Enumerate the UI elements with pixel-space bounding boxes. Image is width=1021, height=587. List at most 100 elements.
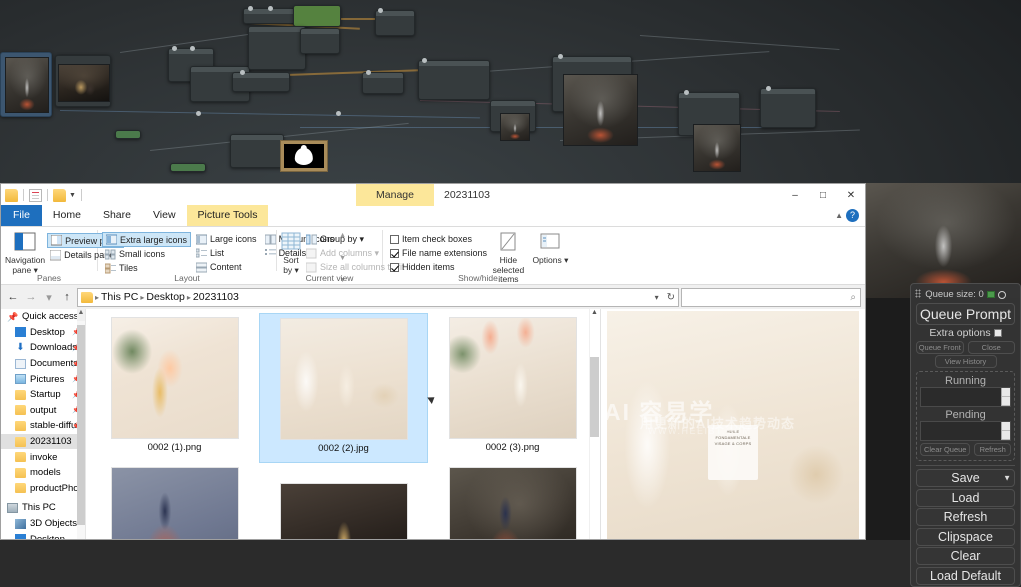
title-bar[interactable]: ▼ Manage 20231103 – □ ✕ [1,184,865,206]
node-port[interactable] [422,58,427,63]
nav-item-pictures[interactable]: Pictures 📌 [1,371,85,387]
file-explorer-window[interactable]: ▼ Manage 20231103 – □ ✕ File Home Share … [0,183,866,540]
node-port[interactable] [558,54,563,59]
list-button[interactable]: List [193,246,260,260]
load-button[interactable]: Load [916,488,1015,507]
clear-queue-button[interactable]: Clear Queue [920,443,971,456]
nav-item-20231103[interactable]: 20231103 [1,433,85,450]
graph-node[interactable] [418,60,490,100]
file-name-extensions-checkbox[interactable] [390,248,399,258]
graph-node[interactable] [248,26,306,70]
node-port[interactable] [684,90,689,95]
file-scroll-thumb[interactable] [590,357,599,437]
nav-item-this-pc[interactable]: This PC [1,500,85,516]
drag-handle-icon[interactable] [915,289,921,298]
graph-node[interactable] [300,28,340,54]
node-port[interactable] [172,46,177,51]
address-dropdown-icon[interactable]: ▾ [655,293,659,302]
tab-view[interactable]: View [142,205,187,226]
clear-button[interactable]: Clear [916,547,1015,565]
graph-node[interactable] [55,55,111,107]
collapse-ribbon-icon[interactable]: ▲ [835,211,843,220]
pending-scroll-spinner[interactable] [1001,422,1010,440]
close-button[interactable]: ✕ [837,184,865,206]
extra-large-icons-button[interactable]: Extra large icons [102,232,192,247]
node-port[interactable] [240,70,245,75]
file-list-scrollbar[interactable]: ▲ ▼ [589,309,600,539]
nav-item-desktop[interactable]: Desktop 📌 [1,325,85,341]
file-grid[interactable]: 0002 (1).png 0002 (2).jpg 0002 (3).png [86,309,600,539]
properties-icon[interactable] [29,188,42,202]
nav-item-stable-diffusion[interactable]: stable-diffusi 📌 [1,418,85,434]
large-icons-button[interactable]: Large icons [193,232,260,246]
pending-list[interactable] [920,421,1011,441]
up-button[interactable]: ↑ [59,288,75,306]
nav-item-desktop-pc[interactable]: Desktop [1,531,85,539]
nav-item-output[interactable]: output 📌 [1,403,85,419]
queue-prompt-button[interactable]: Queue Prompt [916,303,1015,325]
ribbon-tab-bar[interactable]: File Home Share View Picture Tools ▲ ? [1,205,865,227]
nav-scrollbar[interactable]: ▲ ▼ [77,309,85,539]
tab-home[interactable]: Home [42,205,92,226]
save-button[interactable]: Save [916,469,1015,487]
content-button[interactable]: Content [193,260,260,274]
image-icon[interactable] [986,291,995,298]
tab-file[interactable]: File [1,205,42,226]
graph-node[interactable] [375,10,415,36]
graph-node[interactable] [230,134,284,168]
clipspace-button[interactable]: Clipspace [916,527,1015,546]
graph-node[interactable] [170,163,206,172]
node-port[interactable] [248,6,253,11]
help-icon[interactable]: ? [846,209,859,222]
breadcrumb-desktop[interactable]: Desktop [146,291,185,303]
nav-item-models[interactable]: models [1,465,85,481]
nav-item-3d-objects[interactable]: 3D Objects [1,516,85,532]
chevron-down-icon[interactable]: ▼ [1003,474,1011,483]
recent-locations-button[interactable]: ▾ [41,288,57,306]
graph-node[interactable] [362,72,404,94]
extra-options-row[interactable]: Extra options [916,326,1015,340]
search-input[interactable]: ⌕ [681,287,861,307]
graph-node-selected[interactable] [0,52,52,117]
extra-options-checkbox[interactable] [993,329,1002,337]
node-port[interactable] [366,70,371,75]
small-icons-button[interactable]: Small icons [102,247,191,261]
nav-item-invoke[interactable]: invoke [1,449,85,465]
running-list[interactable] [920,387,1011,407]
node-port[interactable] [378,8,383,13]
nav-item-productphotoco[interactable]: productPhotoCo [1,481,85,497]
node-port[interactable] [268,6,273,11]
comfyui-menu-panel[interactable]: Queue size: 0 Queue Prompt Extra options… [910,283,1021,587]
node-port[interactable] [766,86,771,91]
item-check-boxes-toggle[interactable]: Item check boxes [387,232,485,246]
gear-icon[interactable] [997,290,1006,299]
close-button[interactable]: Close [967,341,1015,354]
nav-scroll-up-icon[interactable]: ▲ [77,309,85,321]
node-port[interactable] [336,111,341,116]
refresh-button[interactable]: Refresh [916,508,1015,526]
nav-item-documents[interactable]: Documents 📌 [1,356,85,372]
running-scroll-spinner[interactable] [1001,388,1010,406]
file-item-selected[interactable]: 0002 (2).jpg [259,313,428,463]
nav-scroll-thumb[interactable] [77,325,85,525]
breadcrumb-current-folder[interactable]: 20231103 [193,291,239,303]
forward-button[interactable]: → [23,288,39,306]
graph-node[interactable] [115,130,141,139]
file-name-extensions-toggle[interactable]: File name extensions [387,246,487,260]
file-item[interactable] [428,463,597,539]
file-item[interactable] [90,463,259,539]
breadcrumb[interactable]: ▸ This PC ▸ Desktop ▸ 20231103 ▾ ↻ [77,287,679,307]
nav-item-quick-access[interactable]: 📌 Quick access [1,309,85,325]
hidden-items-toggle[interactable]: Hidden items [387,260,485,274]
file-scroll-up-icon[interactable]: ▲ [590,309,599,321]
load-default-button[interactable]: Load Default [916,566,1015,585]
view-history-button[interactable]: View History [934,355,997,368]
file-item[interactable] [259,463,428,539]
breadcrumb-this-pc[interactable]: This PC [101,291,138,303]
graph-node[interactable] [232,72,290,92]
file-item[interactable]: 0002 (1).png [90,313,259,463]
node-port[interactable] [190,46,195,51]
chevron-down-icon[interactable]: ▼ [69,192,76,199]
hidden-items-checkbox[interactable] [390,262,399,272]
ribbon[interactable]: Navigation pane ▾ Preview pane Details p… [1,227,865,285]
